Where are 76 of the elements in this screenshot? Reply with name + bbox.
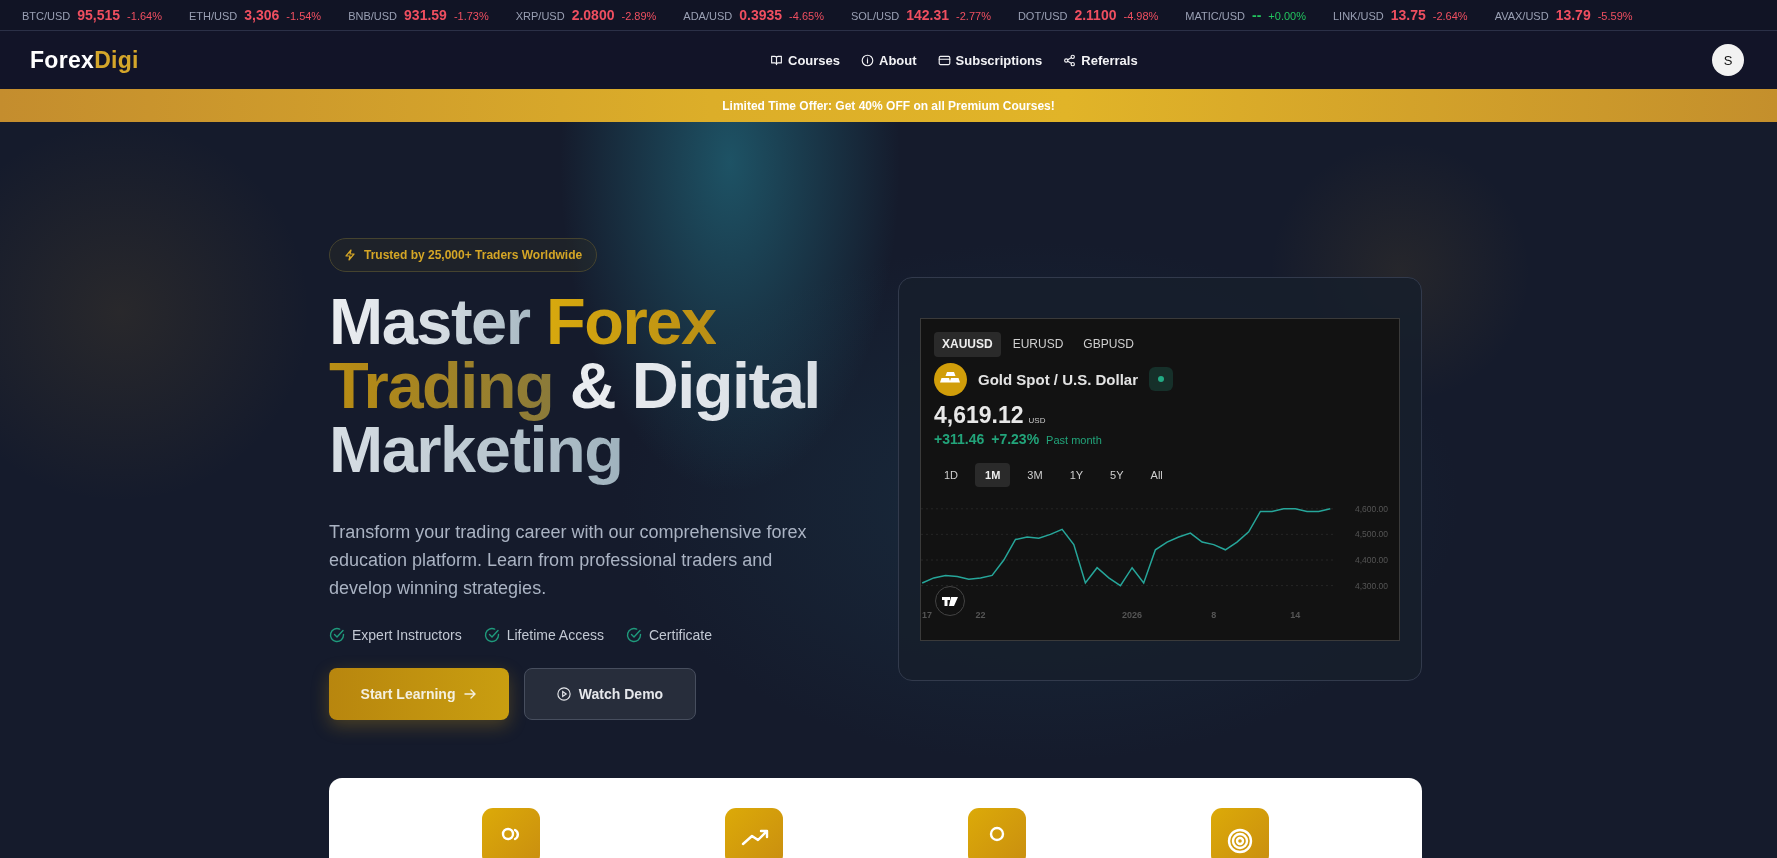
trust-badge: Trusted by 25,000+ Traders Worldwide: [329, 238, 598, 272]
price-value: 4,619.12: [934, 401, 1024, 429]
nav-link[interactable]: Referrals: [1063, 52, 1138, 68]
ticker-change: -2.89%: [621, 10, 657, 22]
ticker-symbol: DOT/USD: [1017, 10, 1068, 22]
ticker-change: -2.77%: [956, 10, 991, 22]
ticker-change: -5.59%: [1597, 10, 1633, 22]
nav-link[interactable]: Courses: [770, 52, 841, 68]
ticker-change: +0.00%: [1268, 10, 1306, 22]
watch-demo-button[interactable]: Watch Demo: [524, 668, 696, 720]
symbol-tab[interactable]: EURUSD: [1004, 331, 1072, 357]
ticker-price: 13.75: [1390, 7, 1426, 23]
ticker-symbol: AVAX/USD: [1494, 10, 1549, 22]
ticker-symbol: BTC/USD: [22, 10, 71, 22]
axis-label: 8: [1211, 609, 1217, 620]
nav-link[interactable]: Subscriptions: [937, 52, 1043, 68]
range-tab[interactable]: 1Y: [1059, 462, 1094, 487]
price-change: +311.46: [934, 430, 985, 447]
range-tab[interactable]: All: [1140, 462, 1173, 487]
ticker-change: -1.54%: [286, 10, 322, 22]
ticker-symbol: XRP/USD: [515, 10, 565, 22]
ticker-symbol: ETH/USD: [188, 10, 238, 22]
axis-label: 17: [922, 609, 932, 620]
range-tab[interactable]: 1D: [934, 462, 969, 487]
promo-banner: Limited Time Offer: Get 40% OFF on all Premium Courses!: [0, 89, 1777, 122]
axis-label: 4,500.00: [1354, 528, 1388, 539]
ticker-symbol: MATIC/USD: [1185, 10, 1246, 22]
symbol-tab[interactable]: GBPUSD: [1075, 331, 1143, 357]
ticker-symbol: BNB/USD: [348, 10, 398, 22]
user-avatar[interactable]: S: [1712, 44, 1744, 76]
ticker-price: 931.59: [404, 7, 447, 23]
ticker-price: 0.3935: [739, 7, 783, 23]
currency-label: USD: [1028, 415, 1046, 425]
range-tab[interactable]: 5Y: [1100, 462, 1134, 487]
feature-label: Expert Instructors: [352, 627, 462, 643]
live-indicator-icon: [1149, 367, 1173, 391]
ticker-symbol: ADA/USD: [683, 10, 733, 22]
ticker-price: 3,306: [244, 7, 280, 23]
period-label: Past month: [1046, 433, 1102, 446]
ticker-price: --: [1252, 7, 1262, 23]
ticker-change: -1.64%: [127, 10, 162, 22]
symbol-tab[interactable]: XAUUSD: [934, 331, 1001, 357]
ticker-price: 2.1100: [1074, 7, 1117, 23]
chart-logo-icon[interactable]: [935, 585, 965, 616]
credit-card-icon: [937, 53, 951, 67]
book-icon: [770, 53, 783, 67]
logo[interactable]: ForexDigi: [30, 46, 139, 74]
check-circle-icon: [625, 627, 642, 643]
ticker-change: -2.64%: [1432, 10, 1468, 22]
axis-label: 2026: [1122, 609, 1143, 620]
feature-label: Certificate: [648, 627, 712, 643]
axis-label: 14: [1290, 609, 1301, 620]
ticker-change: -1.73%: [453, 10, 489, 22]
price-change-percent: +7.23%: [991, 430, 1040, 447]
arrow-right-icon: [463, 687, 478, 701]
axis-label: 22: [975, 609, 986, 620]
info-icon: [861, 53, 875, 67]
play-icon: [556, 687, 571, 701]
ticker-symbol: SOL/USD: [850, 10, 900, 22]
feature-label: Lifetime Access: [506, 627, 604, 643]
check-circle-icon: [329, 627, 345, 643]
ticker-symbol: LINK/USD: [1333, 10, 1384, 22]
ticker-price: 2.0800: [571, 7, 615, 23]
share-icon: [1063, 53, 1077, 67]
ticker-price: 142.31: [906, 7, 950, 23]
ticker-price: 95,515: [77, 7, 121, 23]
hero-description: Transform your trading career with our comprehensive forex education platform. Learn from professional traders and develop winning strategies.: [329, 521, 808, 600]
nav-link[interactable]: About: [861, 52, 917, 68]
ticker-change: -4.65%: [789, 10, 824, 22]
stacked-bars-icon: [934, 362, 967, 396]
ticker-change: -4.98%: [1123, 10, 1159, 22]
instrument-name: Gold Spot / U.S. Dollar: [978, 370, 1138, 388]
range-tab[interactable]: 1M: [975, 462, 1011, 487]
check-circle-icon: [483, 627, 500, 643]
range-tab[interactable]: 3M: [1017, 462, 1053, 487]
ticker-price: 13.79: [1555, 7, 1591, 23]
